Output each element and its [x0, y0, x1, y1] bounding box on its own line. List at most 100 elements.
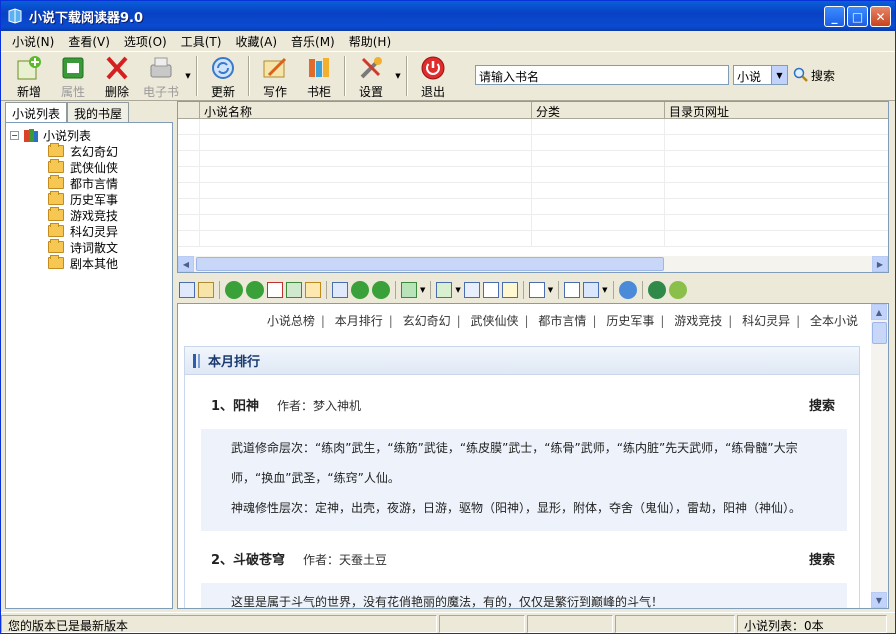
tree-item[interactable]: 都市言情	[48, 175, 118, 191]
find-icon[interactable]	[501, 282, 518, 298]
write-button[interactable]: 写作	[253, 52, 297, 100]
book-description: 武道修命层次：“练肉”武生，“练筋”武徒，“练皮膜”武士，“练骨”武师，“练内脏…	[201, 429, 847, 531]
bookcase-icon	[309, 58, 329, 77]
maximize-button[interactable]: □	[847, 6, 868, 27]
description-text: 武道修命层次：“练肉”武生，“练筋”武徒，“练皮膜”武士，“练骨”武师，“练内脏…	[231, 441, 798, 485]
menu-novel[interactable]: 小说(N)	[5, 33, 61, 50]
tree-item[interactable]: 历史军事	[48, 191, 118, 207]
gear-icon[interactable]	[618, 281, 637, 299]
folder-icon	[48, 223, 64, 237]
properties-icon	[62, 57, 84, 79]
exit-button[interactable]: 退出	[411, 52, 455, 100]
down-icon[interactable]	[372, 281, 390, 299]
book-title-link[interactable]: 1、阳神	[211, 395, 259, 414]
new-icon	[17, 56, 41, 80]
column-novel-name[interactable]: 小说名称	[200, 102, 532, 119]
folder-icon	[48, 207, 64, 221]
scroll-thumb[interactable]	[872, 322, 887, 344]
minimize-button[interactable]: _	[824, 6, 845, 27]
speaker-icon[interactable]	[668, 281, 687, 299]
scroll-up-icon[interactable]: ▲	[871, 304, 887, 320]
delete-button[interactable]: 删除	[95, 52, 139, 100]
new-button[interactable]: 新增	[7, 52, 51, 100]
up-icon[interactable]	[351, 281, 369, 299]
settings-button[interactable]: 设置	[349, 52, 393, 100]
nav-link[interactable]: 小说总榜	[267, 314, 315, 328]
tree-item[interactable]: 剧本其他	[48, 255, 118, 271]
search-type-select[interactable]: 小说 ▼	[733, 65, 788, 85]
globe-icon[interactable]	[647, 281, 666, 299]
category-nav: 小说总榜 | 本月排行 | 玄幻奇幻 | 武侠仙侠 | 都市言情 | 历史军事 | 游戏竞技…	[266, 314, 858, 328]
nav-link[interactable]: 游戏竞技	[674, 314, 722, 328]
tab-my-bookhouse[interactable]: 我的书屋	[67, 102, 130, 122]
ebook-button[interactable]: 电子书	[139, 52, 183, 100]
nav-link[interactable]: 都市言情	[538, 314, 586, 328]
book-name-input[interactable]: 请输入书名	[475, 65, 729, 85]
nav-link[interactable]: 全本小说	[810, 314, 858, 328]
search-button[interactable]: 搜索	[793, 65, 835, 85]
menu-help[interactable]: 帮助(H)	[342, 33, 398, 50]
home-icon[interactable]	[305, 282, 321, 298]
folder-open-icon[interactable]	[482, 282, 499, 298]
nav-link[interactable]: 本月排行	[335, 314, 383, 328]
menu-view[interactable]: 查看(V)	[61, 33, 117, 50]
window-icon[interactable]	[179, 282, 195, 298]
refresh-page-icon[interactable]	[286, 282, 302, 298]
document-icon[interactable]	[528, 282, 545, 298]
open-book-icon[interactable]	[198, 282, 214, 298]
ebook-icon	[150, 57, 172, 78]
update-button[interactable]: 更新	[201, 52, 245, 100]
copy-page-icon[interactable]	[332, 282, 348, 298]
tree-item[interactable]: 游戏竞技	[48, 207, 118, 223]
bookcase-button[interactable]: 书柜	[297, 52, 341, 100]
scroll-thumb[interactable]	[196, 257, 664, 271]
novel-list-view[interactable]: 小说名称 分类 目录页网址 ◀ ▶	[177, 101, 889, 273]
content-browser[interactable]: 小说总榜 | 本月排行 | 玄幻奇幻 | 武侠仙侠 | 都市言情 | 历史军事 | 游戏竞技…	[177, 303, 889, 609]
scroll-right-icon[interactable]: ▶	[872, 256, 888, 272]
settings-dropdown-arrow[interactable]: ▼	[393, 52, 403, 100]
vertical-scrollbar[interactable]: ▲ ▼	[871, 304, 888, 608]
tree-item[interactable]: 科幻灵异	[48, 223, 118, 239]
nav-link[interactable]: 玄幻奇幻	[403, 314, 451, 328]
chevron-down-icon[interactable]: ▼	[771, 66, 787, 84]
main-window: 小说下载阅读器9.0 _ □ ✕ 小说(N) 查看(V) 选项(O) 工具(T)…	[0, 0, 896, 634]
status-count: 小说列表：0本	[737, 614, 887, 633]
forward-icon[interactable]	[246, 281, 264, 299]
properties-button[interactable]: 属性	[51, 52, 95, 100]
nav-link[interactable]: 科幻灵异	[742, 314, 790, 328]
add-page-icon[interactable]	[436, 282, 453, 298]
description-text: 神魂修性层次：定神，出壳，夜游，日游，驱物（阳神），显形，附体，夺舍（鬼仙），雷…	[231, 501, 802, 515]
back-icon[interactable]	[225, 281, 243, 299]
entry-search-link[interactable]: 搜索	[809, 395, 835, 414]
column-category[interactable]: 分类	[532, 102, 665, 119]
entry-search-link[interactable]: 搜索	[809, 549, 835, 568]
edit-icon[interactable]	[463, 282, 480, 298]
import-icon[interactable]	[401, 282, 417, 298]
tree-item[interactable]: 武侠仙侠	[48, 159, 118, 175]
book-title-link[interactable]: 2、斗破苍穹	[211, 549, 285, 568]
flag-icon[interactable]	[583, 282, 600, 298]
title-bar[interactable]: 小说下载阅读器9.0 _ □ ✕	[1, 1, 895, 31]
menu-tools[interactable]: 工具(T)	[174, 33, 229, 50]
menu-favorites[interactable]: 收藏(A)	[228, 33, 284, 50]
tree-item[interactable]: 诗词散文	[48, 239, 118, 255]
collapse-icon[interactable]: −	[10, 130, 19, 140]
horizontal-scrollbar[interactable]: ◀ ▶	[178, 256, 888, 272]
status-bar: 您的版本已是最新版本 小说列表：0本	[1, 612, 895, 634]
tree-root[interactable]: − 小说列表	[10, 127, 118, 143]
nav-link[interactable]: 历史军事	[606, 314, 654, 328]
scroll-down-icon[interactable]: ▼	[871, 592, 887, 608]
notes-icon[interactable]	[564, 282, 581, 298]
column-toc-url[interactable]: 目录页网址	[665, 102, 888, 119]
tree-root-label: 小说列表	[43, 128, 92, 143]
close-button[interactable]: ✕	[870, 6, 891, 27]
delete-icon	[106, 56, 128, 80]
menu-options[interactable]: 选项(O)	[117, 33, 174, 50]
ebook-dropdown-arrow[interactable]: ▼	[183, 52, 193, 100]
tree-item[interactable]: 玄幻奇幻	[48, 143, 118, 159]
menu-music[interactable]: 音乐(M)	[284, 33, 342, 50]
tab-novel-list[interactable]: 小说列表	[5, 102, 68, 123]
scroll-left-icon[interactable]: ◀	[178, 256, 194, 272]
nav-link[interactable]: 武侠仙侠	[471, 314, 519, 328]
stop-icon[interactable]	[267, 282, 283, 298]
